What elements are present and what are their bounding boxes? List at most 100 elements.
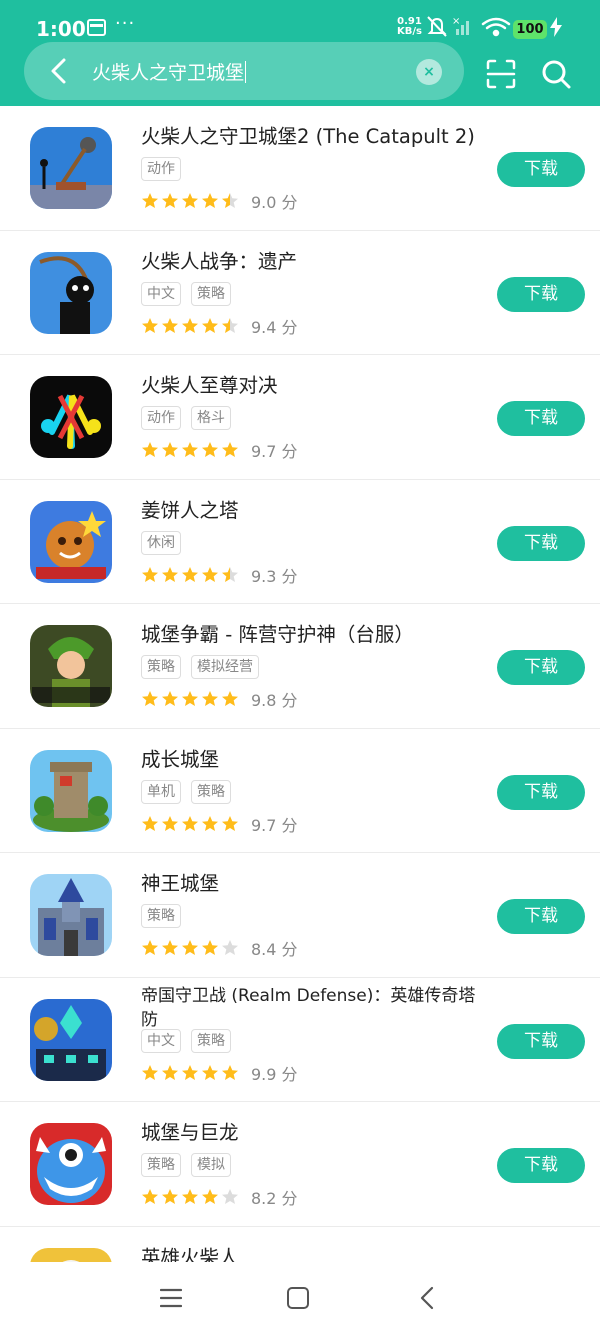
app-icon[interactable]: [30, 625, 112, 707]
battery-indicator: 100: [513, 20, 547, 39]
status-time: 1:00: [36, 17, 86, 41]
star-icon: [142, 1064, 158, 1080]
system-navigation-bar: [0, 1262, 600, 1333]
download-button[interactable]: 下载: [497, 899, 585, 934]
search-box[interactable]: 火柴人之守卫城堡 ×: [24, 42, 464, 100]
download-button[interactable]: 下载: [497, 401, 585, 436]
app-title[interactable]: 英雄火柴人: [141, 1245, 239, 1263]
star-icon: [202, 940, 218, 955]
app-rating: 9.4 分: [141, 314, 298, 338]
star-icon: [162, 940, 178, 955]
app-icon[interactable]: [30, 998, 112, 1081]
app-tag: 中文: [141, 281, 181, 306]
app-rating: 9.7 分: [141, 438, 298, 462]
star-icon: [142, 1189, 158, 1204]
download-button[interactable]: 下载: [497, 650, 585, 685]
app-title[interactable]: 火柴人之守卫城堡2 (The Catapult 2): [141, 124, 475, 150]
star-icon: [222, 317, 238, 333]
app-title[interactable]: 姜饼人之塔: [141, 498, 239, 524]
app-tag: 中文: [141, 1028, 181, 1053]
app-score: 8.4 分: [251, 940, 298, 959]
star-icon: [142, 442, 158, 457]
app-title[interactable]: 火柴人战争：遗产: [141, 249, 297, 275]
download-button[interactable]: 下载: [497, 774, 585, 810]
star-icon: [182, 815, 198, 831]
scan-icon[interactable]: [485, 58, 517, 90]
more-notifications-icon: ···: [115, 13, 136, 34]
app-title[interactable]: 帝国守卫战 (Realm Defense)：英雄传奇塔防: [141, 984, 481, 1032]
tag-list: 动作: [141, 157, 181, 181]
app-icon[interactable]: [30, 251, 112, 334]
list-item[interactable]: 火柴人至尊对决 动作 格斗 9.7 分 下载: [0, 355, 600, 480]
app-icon[interactable]: [30, 749, 112, 832]
app-tag: 模拟: [191, 1153, 231, 1177]
app-icon[interactable]: [30, 376, 112, 458]
star-icon: [202, 1064, 218, 1080]
search-icon[interactable]: [540, 58, 572, 90]
app-title[interactable]: 神王城堡: [141, 871, 219, 897]
app-title[interactable]: 成长城堡: [141, 747, 219, 773]
star-icon: [202, 317, 218, 333]
app-icon[interactable]: [30, 874, 112, 956]
tag-list: 休闲: [141, 530, 181, 555]
list-item[interactable]: 帝国守卫战 (Realm Defense)：英雄传奇塔防 中文 策略 9.9 分…: [0, 978, 600, 1102]
star-icon: [202, 691, 218, 706]
list-item[interactable]: 英雄火柴人: [0, 1227, 600, 1263]
star-rating: [141, 317, 239, 335]
list-item[interactable]: 成长城堡 单机 策略 9.7 分 下载: [0, 729, 600, 853]
star-icon: [222, 1189, 238, 1204]
app-icon[interactable]: [30, 1123, 112, 1205]
star-icon: [142, 815, 158, 831]
header: 1:00 ··· 0.91 KB/s × 100 火柴人之守卫城堡 ×: [0, 0, 600, 106]
star-icon: [162, 566, 178, 582]
app-title[interactable]: 城堡争霸 - 阵营守护神（台服）: [141, 622, 414, 648]
list-item[interactable]: 火柴人战争：遗产 中文 策略 9.4 分 下载: [0, 231, 600, 355]
star-icon: [222, 193, 238, 208]
app-icon[interactable]: [30, 500, 112, 583]
list-item[interactable]: 姜饼人之塔 休闲 9.3 分 下载: [0, 480, 600, 604]
mute-icon: [427, 16, 447, 37]
back-icon[interactable]: [418, 1286, 436, 1310]
menu-icon[interactable]: [160, 1288, 182, 1308]
list-item[interactable]: 城堡争霸 - 阵营守护神（台服） 策略 模拟经营 9.8 分 下载: [0, 604, 600, 729]
download-button[interactable]: 下载: [497, 152, 585, 187]
search-results-list[interactable]: 火柴人之守卫城堡2 (The Catapult 2) 动作 9.0 分 下载 火…: [0, 106, 600, 1262]
app-tag: 策略: [141, 1153, 181, 1177]
star-icon: [182, 691, 198, 706]
app-icon[interactable]: [30, 127, 112, 209]
app-tag: 动作: [141, 157, 181, 181]
app-rating: 9.9 分: [141, 1061, 298, 1085]
download-button[interactable]: 下载: [497, 525, 585, 561]
app-tag: 休闲: [141, 530, 181, 555]
star-icon: [202, 815, 218, 831]
star-rating: [141, 1064, 239, 1082]
star-rating: [141, 566, 239, 584]
app-rating: 9.7 分: [141, 812, 298, 836]
star-icon: [142, 317, 158, 333]
star-icon: [162, 193, 178, 208]
star-icon: [162, 815, 178, 831]
star-icon: [162, 1064, 178, 1080]
tag-list: 策略 模拟: [141, 1153, 231, 1177]
star-icon: [142, 691, 158, 706]
list-item[interactable]: 神王城堡 策略 8.4 分 下载: [0, 853, 600, 978]
search-input[interactable]: 火柴人之守卫城堡: [92, 58, 247, 85]
back-arrow-icon[interactable]: [44, 56, 74, 86]
home-icon[interactable]: [287, 1287, 309, 1309]
app-tag: 模拟经营: [191, 655, 259, 679]
star-icon: [182, 442, 198, 457]
app-icon[interactable]: [30, 1247, 112, 1263]
close-icon[interactable]: ×: [416, 59, 442, 85]
download-button[interactable]: 下载: [497, 1023, 585, 1059]
star-icon: [162, 691, 178, 706]
list-item[interactable]: 城堡与巨龙 策略 模拟 8.2 分 下载: [0, 1102, 600, 1227]
star-icon: [222, 566, 238, 582]
download-button[interactable]: 下载: [497, 1148, 585, 1183]
star-icon: [222, 815, 238, 831]
star-rating: [141, 1188, 239, 1206]
list-item[interactable]: 火柴人之守卫城堡2 (The Catapult 2) 动作 9.0 分 下载: [0, 106, 600, 231]
download-button[interactable]: 下载: [497, 276, 585, 312]
app-score: 9.8 分: [251, 691, 298, 710]
app-title[interactable]: 火柴人至尊对决: [141, 373, 278, 399]
app-title[interactable]: 城堡与巨龙: [141, 1120, 239, 1146]
